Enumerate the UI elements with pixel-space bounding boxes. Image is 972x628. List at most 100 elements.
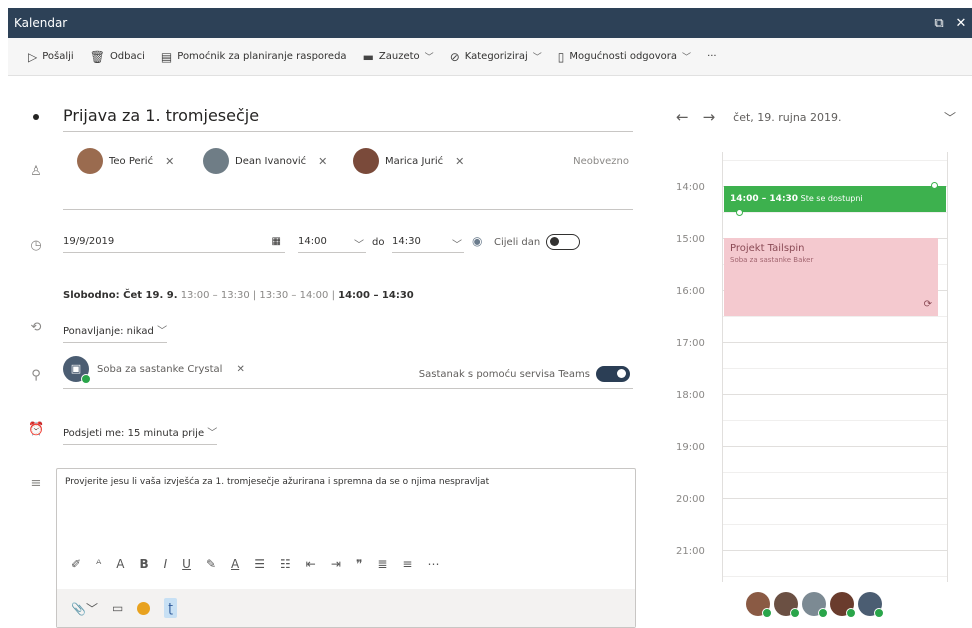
person-icon: ♙ xyxy=(30,164,42,179)
remove-icon[interactable]: ✕ xyxy=(165,155,174,168)
attendee-chip[interactable]: Marica Jurić ✕ xyxy=(353,148,464,174)
current-event-block[interactable]: 14:00 – 14:30 Ste se dostupni xyxy=(724,182,946,216)
teams-meeting: Sastanak s pomoću servisa Teams xyxy=(419,366,630,382)
insert-toolbar: 📎﹀ ▭ ʈ xyxy=(57,589,635,627)
free-slot-selected[interactable]: 14:00 – 14:30 xyxy=(338,290,414,301)
arrow-right-icon[interactable]: → xyxy=(703,108,716,126)
font-color-icon[interactable]: A xyxy=(231,557,239,571)
attendee-chip[interactable]: Dean Ivanović ✕ xyxy=(203,148,327,174)
recurrence-dropdown[interactable]: Ponavljanje: nikad ﹀ xyxy=(63,322,168,343)
hour-label: 19:00 xyxy=(676,442,705,453)
avatar[interactable] xyxy=(802,592,828,618)
popout-icon[interactable]: ⧉ xyxy=(928,16,950,31)
avatar[interactable] xyxy=(858,592,884,618)
bold-icon[interactable]: B xyxy=(139,557,148,571)
avatar[interactable] xyxy=(746,592,772,618)
attendees-field[interactable]: Teo Perić ✕ Dean Ivanović ✕ Marica Jurić… xyxy=(63,144,633,210)
highlight-icon[interactable]: ✎ xyxy=(206,557,216,571)
decrease-indent-icon[interactable]: ⇤ xyxy=(306,557,316,571)
hour-label: 20:00 xyxy=(676,494,705,505)
remove-icon[interactable]: ✕ xyxy=(455,155,464,168)
close-icon[interactable]: ✕ xyxy=(950,16,972,31)
chevron-down-icon: ﹀ xyxy=(452,240,462,251)
time-grid[interactable] xyxy=(722,152,948,582)
reminder-dropdown[interactable]: Podsjeti me: 15 minuta prije ﹀ xyxy=(63,424,218,445)
busy-dropdown[interactable]: ▬ Zauzeto ﹀ xyxy=(363,50,434,64)
numbering-icon[interactable]: ☷ xyxy=(280,557,291,571)
avatar[interactable] xyxy=(774,592,800,618)
teams-meeting-icon[interactable]: ʈ xyxy=(164,598,178,618)
avatar xyxy=(203,148,229,174)
response-options-dropdown[interactable]: ▯ Mogućnosti odgovora ﹀ xyxy=(558,50,691,64)
free-slots-muted[interactable]: 13:00 – 13:30 | 13:30 – 14:00 | xyxy=(181,290,335,301)
scheduling-assistant-button[interactable]: ▤ Pomoćnik za planiranje rasporeda xyxy=(161,50,347,64)
attendee-chip[interactable]: Teo Perić ✕ xyxy=(77,148,174,174)
format-painter-icon[interactable]: ✐ xyxy=(71,557,81,571)
resize-handle[interactable] xyxy=(736,209,743,216)
start-time-select[interactable]: 14:00 ﹀ xyxy=(298,231,366,253)
remove-icon[interactable]: ✕ xyxy=(236,364,244,375)
date-picker[interactable]: 19/9/2019 ▦ xyxy=(63,231,285,253)
arrow-left-icon[interactable]: ← xyxy=(676,108,689,126)
attendee-avatars xyxy=(746,592,884,618)
body-text[interactable]: Provjerite jesu li vaša izvješća za 1. t… xyxy=(65,477,489,487)
quote-icon[interactable]: ❞ xyxy=(356,557,362,571)
all-day-toggle[interactable] xyxy=(546,234,580,250)
command-toolbar: ▷ Pošalji 🗑 Odbaci ▤ Pomoćnik za planira… xyxy=(8,38,972,76)
attendee-name: Marica Jurić xyxy=(385,155,444,167)
avatar[interactable] xyxy=(830,592,856,618)
chevron-down-icon: ﹀ xyxy=(424,53,434,63)
underline-icon[interactable]: U xyxy=(182,557,191,571)
date-value: 19/9/2019 xyxy=(63,236,115,247)
tag-icon: ⊘ xyxy=(449,49,460,64)
remove-icon[interactable]: ✕ xyxy=(318,155,327,168)
discard-button[interactable]: 🗑 Odbaci xyxy=(90,50,145,64)
more-formatting-icon[interactable]: ⋯ xyxy=(427,557,439,571)
emoji-icon[interactable] xyxy=(137,601,151,615)
chevron-down-icon[interactable]: ﹀ xyxy=(944,109,956,126)
clock-icon: ◷ xyxy=(30,238,42,253)
italic-icon[interactable]: I xyxy=(164,557,168,571)
attendee-name: Dean Ivanović xyxy=(235,155,307,167)
hour-label: 17:00 xyxy=(676,338,705,349)
align-center-icon[interactable]: ≡ xyxy=(402,557,412,571)
send-label: Pošalji xyxy=(42,51,74,62)
categorize-dropdown[interactable]: ⊘ Kategoriziraj ﹀ xyxy=(450,50,542,64)
attach-icon[interactable]: 📎﹀ xyxy=(71,600,98,617)
resize-handle[interactable] xyxy=(931,182,938,189)
send-button[interactable]: ▷ Pošalji xyxy=(28,50,74,64)
scheduling-icon: ▤ xyxy=(160,49,173,64)
end-time-select[interactable]: 14:30 ﹀ xyxy=(392,231,464,253)
timezone-icon[interactable]: ◉ xyxy=(472,234,482,248)
image-icon[interactable]: ▭ xyxy=(112,601,123,615)
event-form: Prijava za 1. tromjesečje ♙ Teo Perić ✕ … xyxy=(8,76,648,628)
body-editor[interactable]: Provjerite jesu li vaša izvješća za 1. t… xyxy=(56,468,636,628)
more-options-button[interactable]: ··· xyxy=(707,51,717,62)
avatar xyxy=(77,148,103,174)
optional-attendees-link[interactable]: Neobvezno xyxy=(573,156,629,167)
room-chip[interactable]: ▣ Soba za sastanke Crystal ✕ xyxy=(63,356,245,384)
repeat-icon: ⟳ xyxy=(923,299,932,310)
chevron-down-icon: ﹀ xyxy=(532,53,542,63)
increase-indent-icon[interactable]: ⇥ xyxy=(331,557,341,571)
chevron-down-icon: ﹀ xyxy=(207,428,218,439)
location-divider xyxy=(63,388,633,389)
event-title-input[interactable]: Prijava za 1. tromjesečje xyxy=(63,104,633,132)
trash-icon: 🗑 xyxy=(89,49,105,64)
room-avatar: ▣ xyxy=(63,356,91,384)
avatar xyxy=(353,148,379,174)
font-size-decrease-icon[interactable]: ᴬ xyxy=(96,557,101,571)
presence-indicator xyxy=(81,374,91,384)
align-left-icon[interactable]: ≣ xyxy=(377,557,387,571)
bullets-icon[interactable]: ☰ xyxy=(254,557,265,571)
font-size-increase-icon[interactable]: A xyxy=(116,557,124,571)
teams-label: Sastanak s pomoću servisa Teams xyxy=(418,368,590,380)
end-time-value: 14:30 xyxy=(392,236,421,247)
window-title: Kalendar xyxy=(14,16,68,30)
calendar-date: čet, 19. rujna 2019. xyxy=(733,110,842,124)
existing-event-title: Projekt Tailspin xyxy=(730,243,805,254)
title-bullet-icon xyxy=(33,114,39,120)
scheduling-label: Pomoćnik za planiranje rasporeda xyxy=(177,51,347,62)
teams-toggle[interactable] xyxy=(596,366,630,382)
existing-event-block[interactable]: Projekt Tailspin Soba za sastanke Baker … xyxy=(724,238,938,316)
